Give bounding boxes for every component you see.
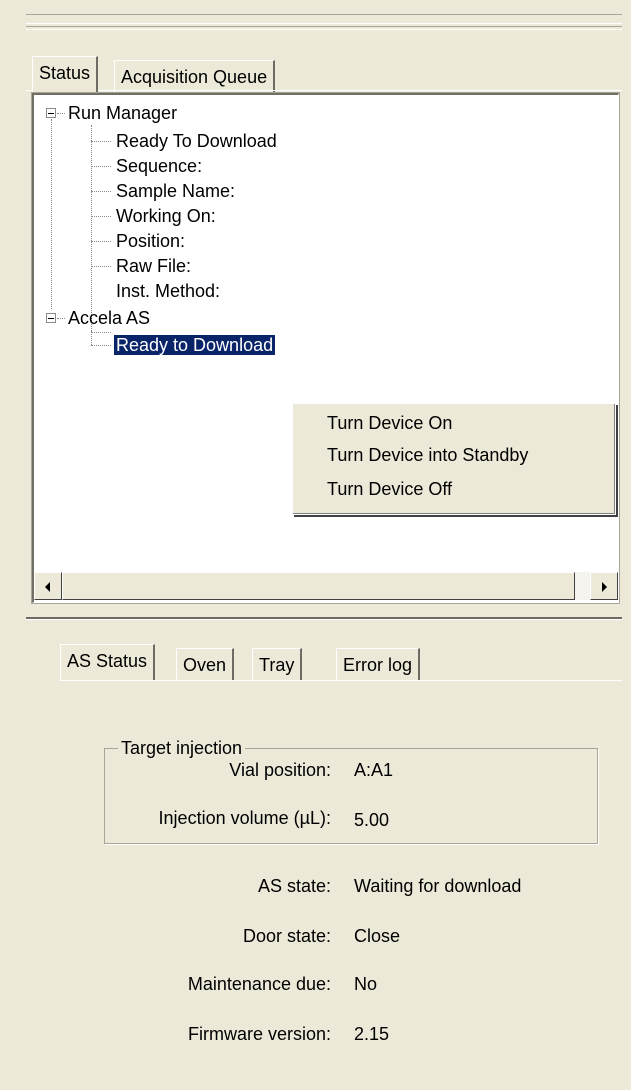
tab-acquisition-queue[interactable]: Acquisition Queue [114, 60, 276, 92]
bottom-tab-panel-edge [60, 680, 622, 681]
injection-volume-value: 5.00 [354, 810, 390, 830]
tree-node-sample-name[interactable]: Sample Name: [116, 179, 235, 203]
tree-connector [91, 345, 111, 346]
tree-node-working-on[interactable]: Working On: [116, 204, 216, 228]
tree-node-run-manager[interactable]: Run Manager [68, 101, 177, 125]
tree-horizontal-scrollbar[interactable] [34, 572, 618, 600]
collapse-icon[interactable] [46, 108, 56, 118]
door-state-label: Door state: [242, 926, 331, 946]
maintenance-due-value: No [354, 974, 378, 994]
tab-as-status[interactable]: AS Status [60, 644, 156, 680]
as-state-value: Waiting for download [354, 876, 522, 896]
menu-item-turn-device-on[interactable]: Turn Device On [327, 410, 452, 436]
tab-tray[interactable]: Tray [252, 648, 303, 680]
scroll-right-button[interactable] [590, 572, 618, 600]
scroll-thumb[interactable] [62, 572, 575, 600]
maintenance-due-label: Maintenance due: [187, 974, 331, 994]
bottom-tab-strip: AS Status Oven Tray Error log [60, 644, 622, 684]
selected-node-label[interactable]: Ready to Download [114, 335, 276, 355]
door-state-value: Close [354, 926, 401, 946]
injection-volume-label: Injection volume (µL): [158, 808, 331, 828]
tree-connector [91, 141, 111, 142]
firmware-version-value: 2.15 [354, 1024, 390, 1044]
tree-connector [57, 318, 65, 319]
tree-node-position[interactable]: Position: [116, 229, 185, 253]
tab-status[interactable]: Status [32, 56, 99, 92]
collapse-icon[interactable] [46, 313, 56, 323]
firmware-version-label: Firmware version: [187, 1024, 331, 1044]
tab-error-log[interactable]: Error log [336, 648, 421, 680]
tree-node-inst-method[interactable]: Inst. Method: [116, 279, 220, 303]
tree-node-accela-as[interactable]: Accela AS [68, 306, 150, 330]
tab-oven[interactable]: Oven [176, 648, 235, 680]
tree-connector [51, 119, 52, 309]
left-arrow-icon [45, 582, 50, 592]
tree-connector [91, 216, 111, 217]
tree-connector [91, 125, 92, 333]
tree-connector [91, 331, 92, 345]
panel-splitter[interactable] [26, 617, 622, 620]
scroll-left-button[interactable] [34, 572, 62, 600]
tree-connector [91, 266, 111, 267]
tree-connector [91, 241, 111, 242]
tree-connector [57, 113, 65, 114]
tree-connector [91, 191, 111, 192]
top-tab-panel-edge [26, 90, 622, 91]
tree-connector [91, 166, 111, 167]
right-arrow-icon [602, 582, 607, 592]
context-menu: Turn Device On Turn Device into Standby … [292, 403, 616, 515]
tree-connector [91, 332, 111, 333]
tree-node-raw-file[interactable]: Raw File: [116, 254, 191, 278]
menu-item-turn-device-off[interactable]: Turn Device Off [327, 476, 452, 502]
menu-item-turn-device-standby[interactable]: Turn Device into Standby [327, 442, 528, 468]
tree-node-accela-ready-to-download[interactable]: Ready to Download [114, 333, 276, 357]
tree-node-ready-to-download[interactable]: Ready To Download [116, 129, 277, 153]
tree-node-sequence[interactable]: Sequence: [116, 154, 202, 178]
toolbar-grip-line [26, 26, 622, 30]
status-tree[interactable]: Run Manager Ready To Download Sequence: … [31, 92, 620, 604]
as-state-label: AS state: [257, 876, 331, 896]
vial-position-value: A:A1 [354, 760, 394, 780]
toolbar-grip[interactable] [26, 14, 622, 24]
target-injection-title: Target injection [118, 736, 246, 760]
vial-position-label: Vial position: [229, 760, 331, 780]
